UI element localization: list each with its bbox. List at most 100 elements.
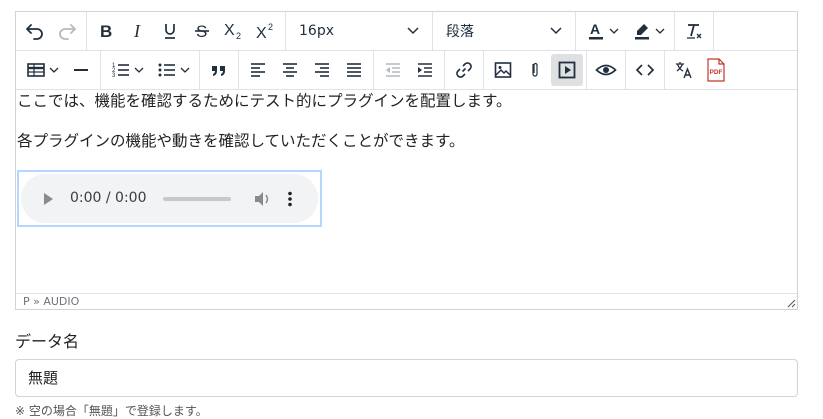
underline-button[interactable] [154,15,186,47]
subscript-icon: X2 [224,22,241,41]
code-group [626,51,665,89]
attachment-button[interactable] [519,54,551,86]
bullet-list-button[interactable] [150,54,196,86]
chevron-down-icon [134,67,143,73]
table-group [16,51,101,89]
blockquote-button[interactable] [203,54,235,86]
align-left-icon [251,63,265,77]
text-color-button[interactable]: A [579,15,625,47]
chevron-down-icon [550,27,562,35]
audio-time: 0:00 / 0:00 [70,190,147,206]
tools-group: PDF [665,51,735,89]
pdf-icon: PDF [707,58,725,82]
media-group [484,51,587,89]
block-format-value: 段落 [446,24,474,40]
align-right-button[interactable] [306,54,338,86]
history-group [16,12,87,50]
italic-icon: I [133,21,141,41]
link-icon [456,62,472,78]
clear-group [675,12,714,50]
data-name-label: データ名 [15,332,80,351]
preview-button[interactable] [590,54,622,86]
element-path[interactable]: P » AUDIO [23,295,79,308]
highlight-color-icon [634,24,649,40]
align-left-button[interactable] [242,54,274,86]
data-name-note: ※ 空の場合「無題」で登録します。 [15,404,208,418]
play-button[interactable] [42,192,56,206]
volume-icon [254,191,268,206]
rich-text-editor: B I S X2 X2 16px 段落 A 1 2 3 PDF ここでは、機能を… [15,11,798,310]
play-icon [44,192,53,205]
bold-button[interactable]: B [90,15,122,47]
toolbar-row-1: B I S X2 X2 16px 段落 A [16,12,797,51]
chevron-down-icon [609,28,618,34]
undo-icon [26,24,43,40]
volume-button[interactable] [253,191,273,207]
more-options-button[interactable] [287,191,293,207]
block-format-select[interactable]: 段落 [436,15,572,47]
media-icon [558,61,576,79]
horizontal-line-icon [74,69,88,71]
source-code-button[interactable] [629,54,661,86]
svg-text:I: I [133,21,141,41]
italic-button[interactable]: I [122,15,154,47]
undo-button[interactable] [19,15,51,47]
media-button[interactable] [551,54,583,86]
svg-text:PDF: PDF [710,69,723,76]
redo-icon [59,24,76,40]
subscript-button[interactable]: X2 [218,15,250,47]
svg-text:B: B [100,22,112,41]
resize-handle-icon[interactable] [786,298,796,308]
attachment-icon [532,62,538,77]
audio-progress-track[interactable] [162,196,231,201]
justify-icon [347,63,361,77]
bullet-list-icon [158,63,175,77]
numbered-list-button[interactable]: 123 [104,54,150,86]
image-button[interactable] [487,54,519,86]
audio-selection-frame: 0:00 / 0:00 [17,170,322,227]
strikethrough-icon: S [195,22,209,41]
svg-text:2: 2 [236,31,241,41]
editor-content[interactable]: ここでは、機能を確認するためにテスト的にプラグインを配置します。 各プラグインの… [16,90,797,293]
font-size-select[interactable]: 16px [289,15,429,47]
preview-group [587,51,626,89]
font-size-group: 16px [286,12,433,50]
paragraph: 各プラグインの機能や動きを確認していただくことができます。 [17,132,465,150]
chevron-down-icon [407,27,419,35]
outdent-button[interactable] [377,54,409,86]
superscript-button[interactable]: X2 [250,15,282,47]
table-icon [26,63,45,77]
link-group [445,51,484,89]
block-format-group: 段落 [433,12,576,50]
underline-icon [165,24,175,39]
translate-button[interactable] [668,54,700,86]
table-button[interactable] [19,54,65,86]
strikethrough-button[interactable]: S [186,15,218,47]
clear-formatting-button[interactable] [678,15,710,47]
chevron-down-icon [655,28,664,34]
highlight-color-button[interactable] [625,15,671,47]
horizontal-line-button[interactable] [65,54,97,86]
more-vertical-icon [287,191,292,206]
redo-button[interactable] [51,15,83,47]
svg-text:X: X [256,25,267,41]
link-button[interactable] [448,54,480,86]
superscript-icon: X2 [256,22,273,41]
outdent-icon [386,63,400,77]
align-center-button[interactable] [274,54,306,86]
justify-button[interactable] [338,54,370,86]
formatting-group: B I S X2 X2 [87,12,286,50]
svg-text:2: 2 [268,22,273,32]
align-group [239,51,374,89]
paragraph: ここでは、機能を確認するためにテスト的にプラグインを配置します。 [17,92,512,110]
translate-icon [676,62,692,79]
numbered-list-icon: 123 [112,63,129,79]
indent-button[interactable] [409,54,441,86]
pdf-button[interactable]: PDF [700,54,732,86]
text-color-icon: A [588,21,603,40]
chevron-down-icon [49,67,58,73]
audio-player[interactable]: 0:00 / 0:00 [21,174,318,223]
bold-icon: B [100,22,112,41]
align-center-icon [283,63,297,77]
data-name-input[interactable]: 無題 [15,359,798,397]
